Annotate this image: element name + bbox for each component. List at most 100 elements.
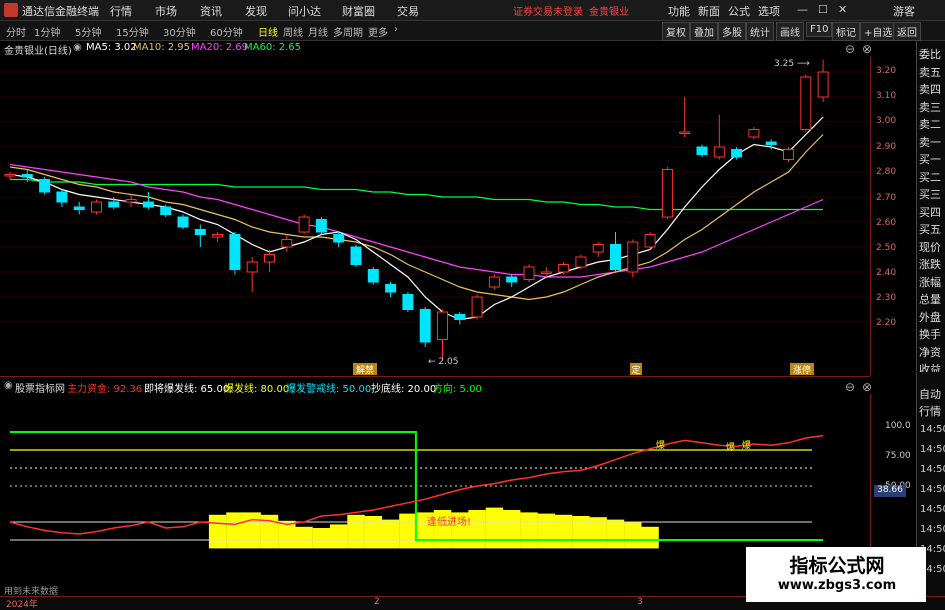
multi-stock-button[interactable]: 多股 — [718, 22, 746, 41]
burst-signal-mark: 爆 — [742, 441, 752, 451]
side-panel-label[interactable]: 卖一 — [919, 134, 941, 150]
side-panel-label[interactable]: 买三 — [919, 186, 941, 202]
menu-item-discover[interactable]: 发现 — [245, 3, 267, 19]
price-tick: 3.10 — [876, 91, 897, 101]
back-button[interactable]: 返回 — [893, 22, 921, 41]
candle — [56, 191, 68, 203]
menu-new-page[interactable]: 新面 — [698, 3, 720, 19]
minus-icon[interactable]: ⊖ — [845, 42, 855, 56]
overlay-button[interactable]: 叠加 — [690, 22, 718, 41]
mark-button[interactable]: 标记 — [832, 22, 860, 41]
app-logo-icon — [4, 3, 18, 17]
menu-item-market[interactable]: 市场 — [155, 3, 177, 19]
period-more[interactable]: 更多 — [368, 24, 388, 39]
period-5min[interactable]: 5分钟 — [75, 24, 101, 39]
period-monthly[interactable]: 月线 — [308, 24, 328, 39]
menu-item-ask[interactable]: 问小达 — [288, 3, 321, 19]
indicator-chart[interactable] — [0, 394, 870, 595]
indicator-settings-icon[interactable]: ◉ — [4, 380, 13, 391]
login-warning[interactable]: 证券交易未登录 — [513, 3, 583, 18]
side-panel-label[interactable]: 卖四 — [919, 81, 941, 97]
add-watchlist-button[interactable]: +自选 — [860, 22, 897, 41]
price-tick: 2.50 — [876, 243, 897, 253]
limit-up-marker[interactable]: 涨停 — [790, 363, 814, 376]
price-tick: 3.20 — [876, 66, 897, 76]
indicator-info-bar: ◉ 股票指标网 主力资金: 92.36 即将爆发线: 65.00 爆发线: 80… — [0, 379, 915, 395]
f10-button[interactable]: F10 — [806, 22, 833, 37]
candle — [298, 216, 310, 233]
time-row: 14:50 — [920, 424, 945, 435]
side-panel-label[interactable]: 涨跌 — [919, 256, 941, 272]
side-panel-label[interactable]: 卖三 — [919, 99, 941, 115]
period-60min[interactable]: 60分钟 — [210, 24, 243, 39]
side-panel-label[interactable]: 外盘 — [919, 309, 941, 325]
side-panel-label[interactable]: 买二 — [919, 169, 941, 185]
stock-title: 金贵银业(日线) — [4, 46, 72, 57]
period-1min[interactable]: 1分钟 — [34, 24, 60, 39]
period-timeshare[interactable]: 分时 — [6, 24, 26, 39]
candle — [540, 271, 552, 274]
burst-bar — [330, 524, 348, 549]
indicator-close-icon[interactable]: ⊗ — [862, 380, 872, 394]
side-panel-label[interactable]: 卖二 — [919, 116, 941, 132]
candlestick-chart[interactable] — [0, 56, 870, 376]
side-panel-label[interactable]: 总量 — [919, 291, 941, 307]
tab-quote[interactable]: 行情 — [919, 403, 941, 419]
placement-marker[interactable]: 定 — [630, 363, 642, 376]
side-panel-label[interactable]: 换手 — [919, 326, 941, 342]
indicator-panel[interactable] — [0, 394, 870, 595]
tab-auto[interactable]: 自动 — [919, 386, 941, 402]
period-multi[interactable]: 多周期 — [333, 24, 363, 39]
candle — [419, 309, 431, 343]
candle — [765, 141, 777, 145]
unlock-marker[interactable]: 解禁 — [353, 363, 377, 376]
indicator-name: 股票指标网 — [15, 384, 65, 395]
menu-function[interactable]: 功能 — [668, 3, 690, 19]
maximize-icon[interactable]: ☐ — [818, 3, 828, 16]
minimize-icon[interactable]: — — [797, 3, 808, 16]
side-panel-label[interactable]: 买四 — [919, 204, 941, 220]
burst-bar — [624, 522, 642, 549]
price-chart-panel[interactable] — [0, 56, 870, 377]
side-panel-label[interactable]: 委比 — [919, 46, 941, 62]
ma-info-bar: 金贵银业(日线) ◉ MA5: 3.02 MA10: 2.95 MA20: 2.… — [0, 41, 915, 57]
candle — [644, 234, 656, 248]
draw-line-button[interactable]: 画线 — [776, 22, 804, 41]
side-panel-label[interactable]: 买五 — [919, 221, 941, 237]
candle — [488, 276, 500, 288]
period-30min[interactable]: 30分钟 — [163, 24, 196, 39]
side-panel-label[interactable]: 现价 — [919, 239, 941, 255]
period-daily[interactable]: 日线 — [258, 24, 278, 39]
price-tick: 3.00 — [876, 116, 897, 126]
side-panel-label[interactable]: 涨幅 — [919, 274, 941, 290]
guest-user[interactable]: 游客 — [893, 3, 915, 19]
chevron-right-icon[interactable]: › — [394, 24, 398, 35]
date-label: 2 — [374, 597, 380, 607]
date-label: 2024年 — [6, 600, 38, 610]
candle — [800, 76, 812, 130]
side-panel-label[interactable]: 卖五 — [919, 64, 941, 80]
candle — [575, 256, 587, 268]
candle — [817, 71, 829, 98]
statistics-button[interactable]: 统计 — [746, 22, 774, 41]
candle — [350, 246, 362, 265]
period-weekly[interactable]: 周线 — [283, 24, 303, 39]
close-circle-icon[interactable]: ⊗ — [862, 42, 872, 56]
side-panel-label[interactable]: 净资 — [919, 344, 941, 360]
side-panel-label[interactable]: 买一 — [919, 151, 941, 167]
menu-item-trade[interactable]: 交易 — [397, 3, 419, 19]
candle — [315, 219, 327, 233]
menu-item-quotes[interactable]: 行情 — [110, 3, 132, 19]
menu-formula[interactable]: 公式 — [728, 3, 750, 19]
ma10-line — [9, 134, 824, 301]
menu-options[interactable]: 选项 — [758, 3, 780, 19]
indicator-minus-icon[interactable]: ⊖ — [845, 380, 855, 394]
period-15min[interactable]: 15分钟 — [116, 24, 149, 39]
menu-item-news[interactable]: 资讯 — [200, 3, 222, 19]
ma60-value: MA60: 2.65 — [244, 42, 302, 53]
restore-rights-button[interactable]: 复权 — [662, 22, 690, 41]
close-icon[interactable]: ✕ — [838, 3, 847, 16]
menu-item-wealth[interactable]: 财富圈 — [342, 3, 375, 19]
price-tick: 2.20 — [876, 318, 897, 328]
settings-dot-icon[interactable]: ◉ — [73, 42, 82, 53]
